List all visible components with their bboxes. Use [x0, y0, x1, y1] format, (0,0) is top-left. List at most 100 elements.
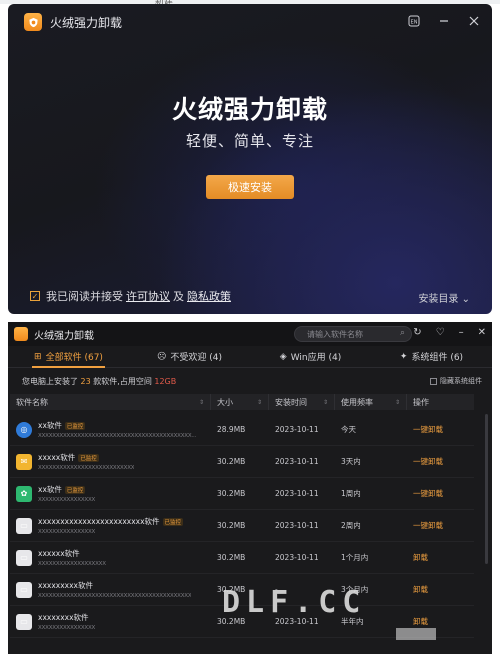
software-icon: ▭: [16, 517, 32, 534]
software-description: XXXXXXXXXXXXXXXXXXX: [38, 561, 106, 567]
sort-icon: ⇕: [256, 398, 262, 406]
monitored-badge: 已监控: [162, 517, 184, 526]
software-name: xxxxxxxxxxxxxxxxxxxxxxxx软件: [38, 517, 160, 526]
list-scrollbar[interactable]: [485, 414, 488, 564]
uninstall-button[interactable]: 一键卸载: [407, 456, 474, 467]
license-link[interactable]: 许可协议: [126, 288, 170, 304]
table-header: 软件名称 ⇕ 大小 ⇕ 安装时间 ⇕ 使用频率 ⇕ 操作: [10, 394, 474, 410]
software-name-cell: ▭ xxxxxxxx软件 XXXXXXXXXXXXXXXX: [10, 612, 211, 631]
software-name: xxxxxx软件: [38, 549, 80, 558]
install-directory-button[interactable]: 安装目录 ⌄: [418, 290, 470, 305]
install-date-cell: 2023-10-11: [275, 425, 319, 434]
hide-system-label: 隐藏系统组件: [440, 377, 482, 385]
agree-checkbox[interactable]: ✓: [30, 291, 40, 301]
watermark: DLF.CC: [222, 585, 367, 620]
software-icon: ▭: [16, 549, 32, 566]
search-input[interactable]: 请输入软件名称 ⌕: [294, 326, 412, 342]
size-cell: 28.9MB: [217, 425, 246, 434]
installer-app-title: 火绒强力卸载: [50, 15, 123, 30]
frown-icon: ☹: [156, 351, 167, 362]
agree-prefix: 我已阅读并接受: [46, 290, 123, 303]
watermark-smudge: [396, 628, 436, 640]
software-name-cell: ▭ xxxxxxxxxxxxxxxxxxxxxxxx软件 已监控 XXXXXXXXXX…: [10, 516, 211, 535]
size-cell: 30.2MB: [217, 489, 246, 498]
monitored-badge: 已监控: [78, 453, 99, 462]
software-icon: ✉: [16, 453, 32, 470]
tab-unwelcome[interactable]: ☹ 不受欢迎 (4): [129, 346, 250, 367]
refresh-icon[interactable]: ↻: [413, 327, 421, 338]
close-icon[interactable]: ✕: [478, 327, 486, 338]
tab-win-apps[interactable]: ◈ Win应用 (4): [250, 346, 371, 367]
grid-icon: ⊞: [34, 351, 42, 362]
column-header-name[interactable]: 软件名称 ⇕: [10, 394, 211, 410]
uninstall-button[interactable]: 卸载: [407, 584, 474, 595]
software-count: 23: [80, 377, 91, 386]
agree-and: 及: [173, 290, 184, 303]
tab-label: Win应用 (4): [290, 353, 342, 363]
software-name: xxxxx软件: [38, 453, 76, 462]
tab-all-software[interactable]: ⊞ 全部软件 (67): [8, 346, 129, 368]
table-row[interactable]: ◎ xx软件 已监控 XXXXXXXXXXXXXXXXXXXXXXXXXXXXXXXX…: [10, 414, 474, 446]
software-description: XXXXXXXXXXXXXXXX: [38, 625, 96, 631]
column-header-size[interactable]: 大小 ⇕: [211, 394, 269, 410]
uninstaller-logo-icon: [14, 327, 28, 341]
svg-text:EN: EN: [411, 20, 418, 26]
search-placeholder: 请输入软件名称: [307, 329, 363, 339]
monitored-badge: 已监控: [64, 485, 86, 494]
install-summary: 您电脑上安装了 23 款软件,占用空间 12GB: [22, 377, 177, 386]
software-name: xx软件: [38, 421, 62, 430]
uninstaller-title: 火绒强力卸载: [34, 330, 94, 342]
software-name-cell: ▭ xxxxxx软件 XXXXXXXXXXXXXXXXXXX: [10, 548, 211, 567]
usage-frequency-cell: 2周内: [341, 521, 361, 530]
hero-title: 火绒强力卸载: [171, 95, 328, 124]
software-icon: ◎: [16, 421, 32, 438]
installer-window-controls: EN: [406, 13, 482, 29]
uninstall-button[interactable]: 卸载: [407, 616, 474, 627]
software-name: xxxxxxxxx软件: [38, 581, 93, 590]
software-description: XXXXXXXXXXXXXXXXXXXXXXXXXXX: [38, 465, 135, 471]
app-logo-icon: [24, 13, 42, 31]
agreement-row: ✓ 我已阅读并接受 许可协议 及 隐私政策: [30, 288, 234, 304]
size-cell: 30.2MB: [217, 457, 246, 466]
hide-system-checkbox[interactable]: 隐藏系统组件: [430, 376, 482, 386]
table-row[interactable]: ✿ xx软件 已监控 XXXXXXXXXXXXXXXX 30.2MB 2023-10-11…: [10, 478, 474, 510]
minimize-icon[interactable]: [436, 13, 452, 29]
search-icon[interactable]: ⌕: [400, 328, 405, 338]
tab-system-components[interactable]: ✦ 系统组件 (6): [371, 346, 492, 367]
minimize-icon[interactable]: –: [459, 327, 464, 338]
puzzle-icon: ✦: [399, 351, 408, 362]
table-row[interactable]: ▭ xxxxxx软件 XXXXXXXXXXXXXXXXXXX 30.2MB 2023-1…: [10, 542, 474, 574]
close-icon[interactable]: [466, 13, 482, 29]
sort-icon: ⇕: [198, 398, 204, 406]
usage-frequency-cell: 3天内: [341, 457, 361, 466]
uninstaller-titlebar: 火绒强力卸载 请输入软件名称 ⌕ ↻ ♡ – ✕: [8, 322, 492, 346]
badge-icon[interactable]: EN: [406, 13, 422, 29]
menu-icon[interactable]: ♡: [436, 327, 445, 338]
monitored-badge: 已监控: [64, 421, 86, 430]
column-header-action: 操作: [413, 397, 429, 407]
software-description: XXXXXXXXXXXXXXXX: [38, 529, 96, 535]
install-button[interactable]: 极速安装: [206, 175, 294, 199]
sort-icon: ⇕: [322, 398, 328, 406]
install-date-cell: 2023-10-11: [275, 457, 319, 466]
uninstall-button[interactable]: 卸载: [407, 552, 474, 563]
hero-subtitle: 轻便、简单、专注: [185, 132, 314, 150]
table-row[interactable]: ✉ xxxxx软件 已监控 XXXXXXXXXXXXXXXXXXXXXXXXXXX 30…: [10, 446, 474, 478]
software-description: XXXXXXXXXXXXXXXX: [38, 497, 96, 503]
uninstall-button[interactable]: 一键卸载: [407, 488, 474, 499]
column-header-date[interactable]: 安装时间 ⇕: [269, 394, 335, 410]
software-icon: ▭: [16, 613, 32, 630]
uninstall-button[interactable]: 一键卸载: [407, 520, 474, 531]
checkbox-box[interactable]: [430, 377, 437, 385]
column-header-frequency[interactable]: 使用频率 ⇕: [335, 394, 407, 410]
category-tabs: ⊞ 全部软件 (67) ☹ 不受欢迎 (4) ◈ Win应用 (4) ✦ 系统组…: [8, 346, 492, 368]
install-date-cell: 2023-10-11: [275, 521, 319, 530]
software-name-cell: ✉ xxxxx软件 已监控 XXXXXXXXXXXXXXXXXXXXXXXXXXX: [10, 452, 211, 471]
table-row[interactable]: ▭ xxxxxxxxxxxxxxxxxxxxxxxx软件 已监控 XXXXXXXXXX…: [10, 510, 474, 542]
privacy-link[interactable]: 隐私政策: [187, 288, 231, 304]
software-name-cell: ✿ xx软件 已监控 XXXXXXXXXXXXXXXX: [10, 484, 211, 503]
software-name-cell: ◎ xx软件 已监控 XXXXXXXXXXXXXXXXXXXXXXXXXXXXXXXX…: [10, 420, 211, 439]
install-date-cell: 2023-10-11: [275, 553, 319, 562]
software-icon: ✿: [16, 485, 32, 502]
uninstall-button[interactable]: 一键卸载: [407, 424, 474, 435]
